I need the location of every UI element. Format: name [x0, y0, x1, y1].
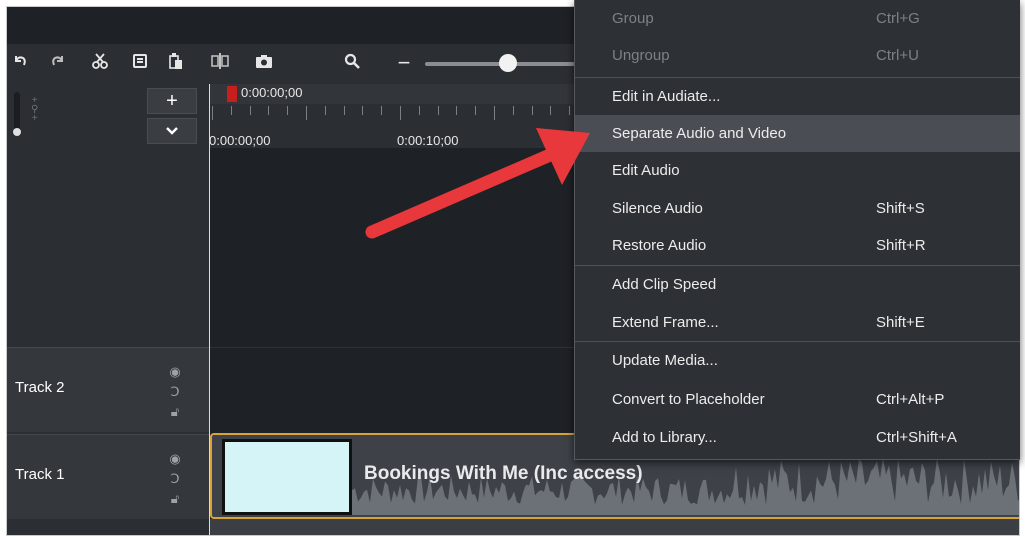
track-name: Track 2 — [15, 379, 65, 396]
menu-item-convert-to-placeholder[interactable]: Convert to Placeholder Ctrl+Alt+P — [575, 381, 1020, 418]
menu-item-edit-in-audiate[interactable]: Edit in Audiate... — [575, 78, 1020, 115]
menu-item-ungroup[interactable]: Ungroup Ctrl+U — [575, 37, 1020, 74]
menu-item-update-media[interactable]: Update Media... — [575, 342, 1020, 379]
redo-icon[interactable] — [47, 48, 69, 74]
track-name: Track 1 — [15, 466, 65, 483]
menu-label: Group — [612, 10, 654, 27]
menu-item-separate-audio-video[interactable]: Separate Audio and Video — [575, 115, 1020, 152]
menu-item-edit-audio[interactable]: Edit Audio — [575, 152, 1020, 189]
magnet-icon[interactable]: Ↄ — [167, 382, 183, 402]
ruler-tick — [362, 106, 364, 115]
clip-thumbnail — [222, 439, 352, 515]
ruler-tick — [512, 106, 514, 115]
ruler-label-10s: 0:00:10;00 — [397, 133, 459, 148]
menu-shortcut: Shift+R — [876, 237, 926, 254]
ruler-tick — [343, 106, 345, 115]
menu-label: Add Clip Speed — [612, 276, 717, 293]
clip-audio-strip — [210, 519, 1019, 535]
snapshot-icon[interactable] — [253, 48, 275, 74]
track-header-track-2[interactable]: Track 2 ◉ Ↄ 🔓︎ — [7, 347, 209, 432]
track-header-track-1[interactable]: Track 1 ◉ Ↄ 🔓︎ — [7, 434, 209, 519]
track-zoom-icon: + ⚲ + — [31, 95, 39, 124]
ruler-tick — [381, 106, 383, 115]
playhead-timecode: 0:00:00;00 — [241, 85, 303, 100]
ruler-tick — [324, 106, 326, 115]
ruler-label-start: 0:00:00;00 — [209, 133, 271, 148]
ruler-tick — [437, 106, 439, 115]
magnet-icon[interactable]: Ↄ — [167, 469, 183, 489]
menu-item-add-to-library[interactable]: Add to Library... Ctrl+Shift+A — [575, 419, 1020, 456]
zoom-icon[interactable] — [341, 48, 363, 74]
menu-item-restore-audio[interactable]: Restore Audio Shift+R — [575, 227, 1020, 264]
cut-icon[interactable] — [89, 48, 111, 74]
undo-icon[interactable] — [9, 48, 31, 74]
menu-label: Update Media... — [612, 352, 718, 369]
menu-label: Edit Audio — [612, 162, 680, 179]
menu-label: Silence Audio — [612, 200, 703, 217]
paste-icon[interactable] — [165, 48, 187, 74]
menu-item-silence-audio[interactable]: Silence Audio Shift+S — [575, 190, 1020, 227]
track-height-thumb[interactable] — [13, 128, 21, 136]
menu-label: Ungroup — [612, 47, 670, 64]
menu-shortcut: Shift+E — [876, 314, 925, 331]
playhead-marker[interactable] — [227, 86, 237, 102]
menu-shortcut: Ctrl+Alt+P — [876, 391, 945, 408]
eye-icon[interactable]: ◉ — [167, 449, 183, 469]
add-track-button[interactable]: + — [147, 88, 197, 114]
menu-item-add-clip-speed[interactable]: Add Clip Speed — [575, 266, 1020, 303]
ruler-tick — [550, 106, 552, 115]
menu-shortcut: Ctrl+Shift+A — [876, 429, 957, 446]
track-icons: ◉ Ↄ 🔓︎ — [167, 362, 183, 422]
zoom-slider-thumb[interactable] — [498, 54, 517, 72]
track-icons: ◉ Ↄ 🔓︎ — [167, 449, 183, 509]
ruler-tick — [400, 106, 401, 120]
track-headers-column: Track 2 ◉ Ↄ 🔓︎ Track 1 ◉ Ↄ 🔓︎ — [7, 148, 209, 535]
ruler-tick — [249, 106, 251, 115]
menu-label: Add to Library... — [612, 429, 717, 446]
ruler-tick — [456, 106, 458, 115]
ruler-tick — [212, 106, 213, 120]
ruler-tick — [475, 106, 477, 115]
ruler-tick — [287, 106, 289, 115]
menu-label: Extend Frame... — [612, 314, 719, 331]
ruler-tick — [494, 106, 495, 120]
menu-shortcut: Shift+S — [876, 200, 925, 217]
lock-icon[interactable]: 🔓︎ — [167, 489, 183, 509]
timeline-header-panel: + ⚲ + + — [7, 84, 209, 148]
menu-label: Convert to Placeholder — [612, 391, 765, 408]
menu-shortcut: Ctrl+U — [876, 47, 919, 64]
copy-icon[interactable] — [129, 48, 151, 74]
menu-shortcut: Ctrl+G — [876, 10, 920, 27]
context-menu: Group Ctrl+G Ungroup Ctrl+U Edit in Audi… — [574, 0, 1020, 460]
menu-label: Restore Audio — [612, 237, 707, 254]
split-icon[interactable] — [209, 48, 231, 74]
menu-item-group[interactable]: Group Ctrl+G — [575, 0, 1020, 37]
zoom-out-icon[interactable]: − — [395, 50, 413, 76]
ruler-tick — [230, 106, 232, 115]
menu-item-extend-frame[interactable]: Extend Frame... Shift+E — [575, 304, 1020, 341]
menu-label: Edit in Audiate... — [612, 88, 721, 105]
ruler-tick — [418, 106, 420, 115]
menu-label: Separate Audio and Video — [612, 125, 787, 142]
ruler-tick — [268, 106, 270, 115]
ruler-tick — [306, 106, 307, 120]
ruler-tick — [569, 106, 571, 115]
collapse-tracks-button[interactable] — [147, 118, 197, 144]
ruler-tick — [531, 106, 533, 115]
eye-icon[interactable]: ◉ — [167, 362, 183, 382]
lock-icon[interactable]: 🔓︎ — [167, 402, 183, 422]
clip-title: Bookings With Me (Inc access) — [364, 463, 643, 484]
